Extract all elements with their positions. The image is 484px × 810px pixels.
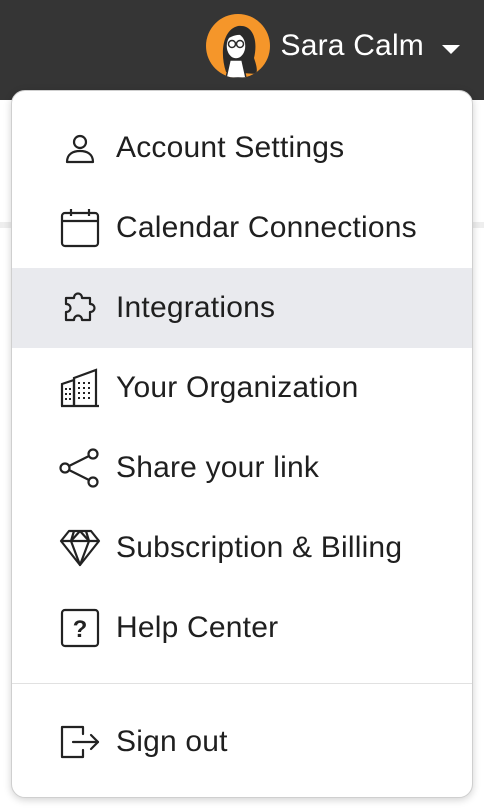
svg-text:?: ?: [73, 616, 88, 643]
menu-item-label: Your Organization: [116, 371, 359, 404]
sign-out-icon: [58, 720, 102, 764]
menu-item-your-organization[interactable]: Your Organization: [12, 348, 472, 428]
menu-divider: [12, 683, 472, 684]
menu-item-label: Calendar Connections: [116, 211, 417, 244]
menu-item-share-your-link[interactable]: Share your link: [12, 428, 472, 508]
user-name: Sara Calm: [280, 29, 424, 62]
sign-out-label: Sign out: [116, 725, 228, 758]
avatar-portrait-icon: [223, 25, 258, 78]
help-icon: ?: [58, 606, 102, 650]
building-icon: [58, 366, 102, 410]
menu-item-account-settings[interactable]: Account Settings: [12, 108, 472, 188]
menu-item-sign-out[interactable]: Sign out: [12, 702, 472, 782]
chevron-down-icon: [442, 44, 460, 54]
menu-item-calendar-connections[interactable]: Calendar Connections: [12, 188, 472, 268]
diamond-icon: [58, 526, 102, 570]
user-icon: [58, 126, 102, 170]
puzzle-icon: [58, 286, 102, 330]
menu-item-label: Subscription & Billing: [116, 531, 403, 564]
menu-item-label: Help Center: [116, 611, 279, 644]
share-icon: [58, 446, 102, 490]
calendar-icon: [58, 206, 102, 250]
menu-item-help-center[interactable]: ? Help Center: [12, 588, 472, 668]
user-dropdown-menu: Account Settings Calendar Connections In…: [11, 90, 473, 798]
avatar: [206, 14, 271, 78]
menu-item-label: Integrations: [116, 291, 276, 324]
user-menu-button[interactable]: Sara Calm: [206, 14, 460, 78]
menu-item-integrations[interactable]: Integrations: [12, 268, 472, 348]
menu-item-subscription-billing[interactable]: Subscription & Billing: [12, 508, 472, 588]
top-bar: Sara Calm: [0, 0, 484, 100]
menu-item-label: Share your link: [116, 451, 320, 484]
menu-item-label: Account Settings: [116, 131, 345, 164]
